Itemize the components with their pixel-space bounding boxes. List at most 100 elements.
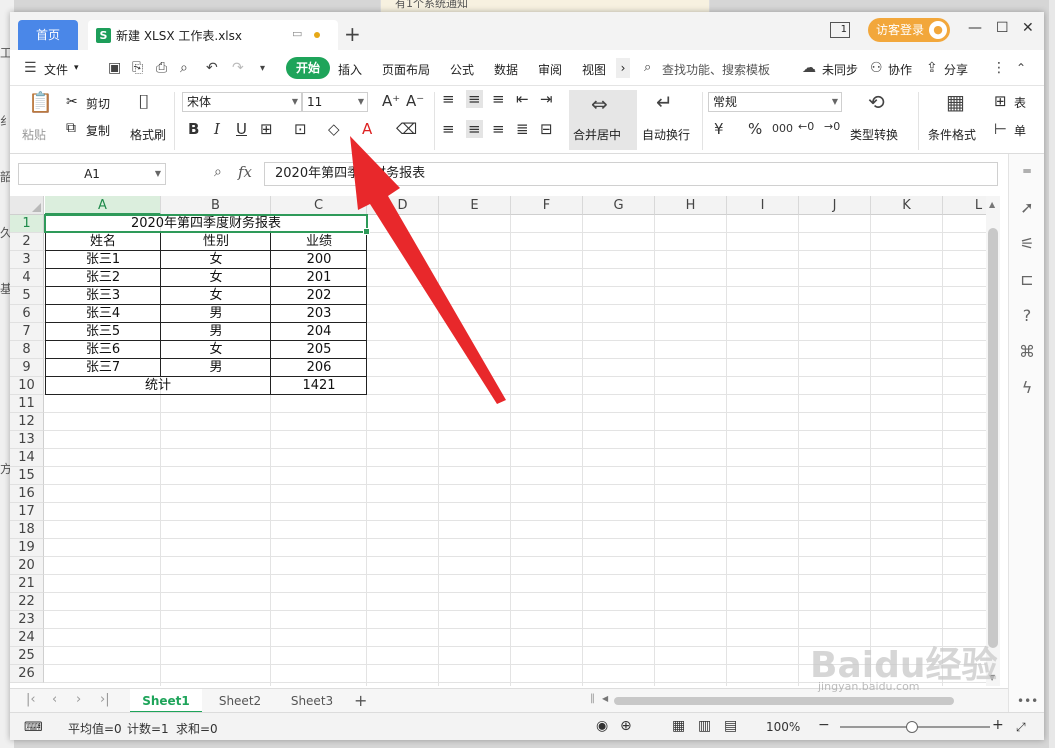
row-header-2[interactable]: 2 bbox=[10, 233, 44, 251]
cell-icon[interactable]: ⊢ bbox=[994, 120, 1007, 138]
print-icon[interactable]: ⎙ bbox=[156, 60, 167, 76]
row-header-15[interactable]: 15 bbox=[10, 467, 44, 485]
tab-home[interactable]: 首页 bbox=[18, 20, 78, 50]
data-cell[interactable]: 张三4 bbox=[45, 305, 161, 323]
data-cell[interactable]: 张三1 bbox=[45, 251, 161, 269]
menu-collaborate[interactable]: 协作 bbox=[888, 61, 912, 78]
thousands-button[interactable]: 000 bbox=[772, 122, 793, 135]
outdent-icon[interactable]: ⇤ bbox=[516, 90, 529, 108]
page-break-view-icon[interactable]: ▤ bbox=[724, 718, 737, 734]
window-list-icon[interactable]: 1 bbox=[830, 22, 850, 38]
menu-scroll-right-icon[interactable]: › bbox=[616, 58, 630, 78]
row-header-1[interactable]: 1 bbox=[10, 215, 44, 233]
row-header-20[interactable]: 20 bbox=[10, 557, 44, 575]
row-header-7[interactable]: 7 bbox=[10, 323, 44, 341]
zoom-level[interactable]: 100% bbox=[766, 720, 800, 734]
column-header-f[interactable]: F bbox=[511, 196, 583, 215]
scroll-up-icon[interactable]: ▲ bbox=[989, 200, 995, 209]
prev-sheet-icon[interactable]: ‹ bbox=[52, 692, 57, 707]
data-cell[interactable]: 女 bbox=[161, 287, 271, 305]
data-cell[interactable]: 张三5 bbox=[45, 323, 161, 341]
minimize-icon[interactable]: — bbox=[968, 20, 982, 36]
distribute-icon[interactable]: ⊟ bbox=[540, 120, 553, 138]
justify-icon[interactable]: ≣ bbox=[516, 120, 529, 138]
column-header-c[interactable]: C bbox=[271, 196, 367, 215]
visitor-login-button[interactable]: 访客登录 ● bbox=[868, 18, 950, 42]
data-cell[interactable]: 203 bbox=[271, 305, 367, 323]
data-cell[interactable]: 女 bbox=[161, 341, 271, 359]
chevron-down-icon[interactable]: ▾ bbox=[74, 63, 79, 73]
row-header-24[interactable]: 24 bbox=[10, 629, 44, 647]
zoom-slider[interactable] bbox=[840, 721, 990, 733]
data-cell[interactable]: 女 bbox=[161, 251, 271, 269]
row-header-3[interactable]: 3 bbox=[10, 251, 44, 269]
row-header-5[interactable]: 5 bbox=[10, 287, 44, 305]
table-style-icon[interactable]: ⊞ bbox=[994, 92, 1007, 110]
font-color-icon[interactable]: A bbox=[362, 120, 372, 138]
wrap-text-button[interactable]: 自动换行 bbox=[642, 126, 690, 143]
format-painter-button[interactable]: 格式刷 bbox=[130, 126, 166, 143]
horizontal-scrollbar[interactable]: ‖ ◀ bbox=[590, 693, 990, 707]
menu-data[interactable]: 数据 bbox=[494, 61, 518, 78]
row-header-19[interactable]: 19 bbox=[10, 539, 44, 557]
last-sheet-icon[interactable]: ›| bbox=[100, 692, 110, 707]
fx-icon[interactable]: fx bbox=[238, 163, 252, 181]
close-icon[interactable]: ✕ bbox=[1022, 20, 1034, 36]
align-center-icon[interactable]: ≡ bbox=[466, 120, 483, 138]
row-header-9[interactable]: 9 bbox=[10, 359, 44, 377]
conditional-format-icon[interactable]: ▦ bbox=[946, 90, 965, 114]
menu-view[interactable]: 视图 bbox=[582, 61, 606, 78]
row-header-25[interactable]: 25 bbox=[10, 647, 44, 665]
undo-icon[interactable]: ↶ bbox=[206, 60, 218, 76]
redo-icon[interactable]: ↷ bbox=[232, 60, 244, 76]
first-sheet-icon[interactable]: |‹ bbox=[26, 692, 36, 707]
menu-file[interactable]: 文件 bbox=[44, 61, 68, 78]
format-painter-icon[interactable]: ⌷ bbox=[138, 90, 150, 114]
align-right-icon[interactable]: ≡ bbox=[492, 120, 505, 138]
column-header-l[interactable]: L bbox=[943, 196, 986, 215]
data-cell[interactable]: 张三2 bbox=[45, 269, 161, 287]
row-header-11[interactable]: 11 bbox=[10, 395, 44, 413]
align-middle-icon[interactable]: ≡ bbox=[466, 90, 483, 108]
row-header-18[interactable]: 18 bbox=[10, 521, 44, 539]
cell-style-icon[interactable]: ⊡ bbox=[294, 120, 307, 138]
menu-page-layout[interactable]: 页面布局 bbox=[382, 61, 430, 78]
row-header-4[interactable]: 4 bbox=[10, 269, 44, 287]
decrease-decimal-icon[interactable]: →0 bbox=[824, 120, 840, 133]
more-chevron-icon[interactable]: ▾ bbox=[260, 63, 265, 74]
align-bottom-icon[interactable]: ≡ bbox=[492, 90, 505, 108]
sheet-tab-1[interactable]: Sheet1 bbox=[130, 689, 202, 713]
lightning-icon[interactable]: ϟ bbox=[1017, 378, 1037, 397]
column-header-e[interactable]: E bbox=[439, 196, 511, 215]
collapse-ribbon-icon[interactable]: ⌃ bbox=[1016, 61, 1026, 75]
help-icon[interactable]: ? bbox=[1017, 306, 1037, 325]
vertical-scrollbar[interactable]: ▲ ▼ bbox=[986, 196, 1000, 686]
paste-button[interactable]: 粘贴 bbox=[22, 126, 46, 143]
vertical-scroll-thumb[interactable] bbox=[988, 228, 998, 648]
spreadsheet-grid[interactable]: A B C D E F G H I J K L 1 2 3 4 5 6 7 8 9 10 11 12 13 14 15 16 17 18 1… bbox=[10, 196, 986, 686]
hamburger-icon[interactable]: ☰ bbox=[24, 60, 37, 76]
row-header-13[interactable]: 13 bbox=[10, 431, 44, 449]
crop-icon[interactable]: ⊏ bbox=[1017, 270, 1037, 289]
data-cell[interactable]: 男 bbox=[161, 323, 271, 341]
font-name-select[interactable]: 宋体 ▼ bbox=[182, 92, 302, 112]
add-sheet-button[interactable]: + bbox=[354, 691, 367, 710]
percent-button[interactable]: % bbox=[748, 120, 762, 138]
sheet-tab-2[interactable]: Sheet2 bbox=[204, 689, 276, 713]
data-cell[interactable]: 204 bbox=[271, 323, 367, 341]
italic-icon[interactable]: I bbox=[214, 120, 220, 138]
more-dots-icon[interactable]: ••• bbox=[1017, 694, 1038, 708]
clear-format-icon[interactable]: ⌫ bbox=[396, 120, 417, 138]
backup-icon[interactable]: ⌘ bbox=[1017, 342, 1037, 361]
data-cell[interactable]: 206 bbox=[271, 359, 367, 377]
formula-input[interactable]: 2020年第四季度财务报表 bbox=[264, 162, 998, 186]
row-header-22[interactable]: 22 bbox=[10, 593, 44, 611]
scroll-left-icon[interactable]: ◀ bbox=[602, 694, 608, 703]
zoom-search-icon[interactable]: ⌕ bbox=[214, 164, 222, 180]
print-preview-icon[interactable]: ⌕ bbox=[180, 60, 188, 76]
row-header-12[interactable]: 12 bbox=[10, 413, 44, 431]
number-format-select[interactable]: 常规 ▼ bbox=[708, 92, 842, 112]
underline-icon[interactable]: U bbox=[236, 120, 247, 138]
column-header-a[interactable]: A bbox=[45, 196, 161, 215]
row-header-17[interactable]: 17 bbox=[10, 503, 44, 521]
